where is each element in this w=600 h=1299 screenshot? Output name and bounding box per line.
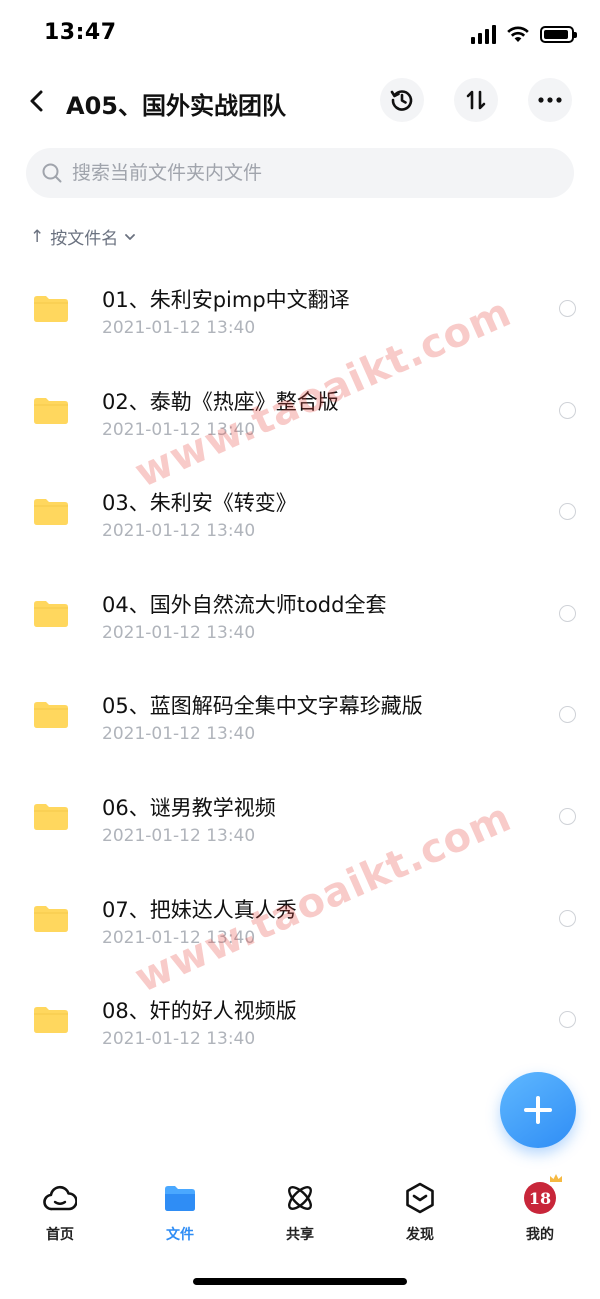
transfer-button[interactable] [454,78,498,122]
select-radio[interactable] [559,604,576,622]
file-date: 2021-01-12 13:40 [102,318,256,338]
back-button[interactable] [20,84,54,118]
file-date: 2021-01-12 13:40 [102,419,256,440]
avatar: 18 [524,1174,562,1214]
select-radio[interactable] [559,807,576,825]
file-row[interactable]: 01、朱利安pimp中文翻译 2021-01-12 13:40 [0,258,600,360]
add-button[interactable] [500,1072,576,1148]
file-row[interactable]: 08、奸的好人视频版 2021-01-12 13:40 [0,969,600,1071]
status-icons [471,24,577,44]
file-name: 04、国外自然流大师todd全套 [102,592,387,617]
battery-icon [540,25,577,43]
plus-icon [524,1096,552,1124]
sort-up-arrow-icon: ↑ [30,226,45,247]
search-input[interactable] [72,162,552,184]
sort-label: 按文件名 [50,229,119,249]
file-row[interactable]: 02、泰勒《热座》整合版 2021-01-12 13:40 [0,360,600,462]
folder-icon [34,702,68,729]
file-name: 07、把妹达人真人秀 [102,897,297,922]
folder-icon [34,905,68,932]
page-title: A05、国外实战团队 [66,92,286,120]
more-button[interactable] [528,78,572,122]
file-list: 01、朱利安pimp中文翻译 2021-01-12 13:40 02、泰勒《热座… [0,258,600,1071]
file-row[interactable]: 03、朱利安《转变》 2021-01-12 13:40 [0,461,600,563]
atom-icon [288,1186,312,1210]
select-radio[interactable] [559,401,576,419]
nav-actions [380,78,572,122]
nav-bar: A05、国外实战团队 [0,76,600,128]
folder-icon [34,803,68,830]
file-name: 05、蓝图解码全集中文字幕珍藏版 [102,694,423,719]
transfer-arrows-icon [466,90,486,110]
select-radio[interactable] [559,706,576,724]
file-row[interactable]: 06、谜男教学视频 2021-01-12 13:40 [0,766,600,868]
file-name: 02、泰勒《热座》整合版 [102,389,339,414]
tab-bar: 首页 文件 共享 发现 18 我的 [0,1174,600,1260]
chevron-left-icon [30,90,43,112]
search-bar[interactable] [26,148,574,198]
sort-selector[interactable]: ↑ 按文件名 [30,224,136,249]
file-date: 2021-01-12 13:40 [102,724,256,745]
file-date: 2021-01-12 13:40 [102,622,256,643]
cellular-signal-icon [471,24,496,44]
chevron-down-icon [125,233,136,240]
tab-label: 共享 [286,1227,314,1243]
file-name: 03、朱利安《转变》 [102,491,297,516]
status-time: 13:47 [44,20,117,45]
select-radio[interactable] [559,503,576,521]
status-bar: 13:47 [0,0,600,70]
file-row[interactable]: 05、蓝图解码全集中文字幕珍藏版 2021-01-12 13:40 [0,664,600,766]
file-row[interactable]: 07、把妹达人真人秀 2021-01-12 13:40 [0,868,600,970]
file-name: 06、谜男教学视频 [102,795,276,820]
tab-label: 首页 [46,1227,74,1243]
tab-discover[interactable]: 发现 [360,1180,480,1260]
file-date: 2021-01-12 13:40 [102,521,256,542]
file-row[interactable]: 04、国外自然流大师todd全套 2021-01-12 13:40 [0,563,600,665]
search-icon [42,163,62,183]
select-radio[interactable] [559,300,576,317]
tab-mine[interactable]: 18 我的 [480,1174,600,1260]
tab-label: 我的 [526,1227,554,1243]
wifi-icon [507,26,529,42]
select-radio[interactable] [559,1011,576,1029]
home-indicator [193,1278,407,1285]
tab-label: 发现 [406,1227,434,1243]
folder-icon [34,499,68,526]
folder-icon [34,600,68,627]
avatar-text: 18 [528,1188,552,1208]
more-dots-icon [538,97,562,103]
file-date: 2021-01-12 13:40 [102,825,256,846]
tab-share[interactable]: 共享 [240,1180,360,1260]
tab-home[interactable]: 首页 [0,1180,120,1260]
history-button[interactable] [380,78,424,122]
cloud-icon [43,1185,77,1211]
tab-files[interactable]: 文件 [120,1180,240,1260]
file-name: 08、奸的好人视频版 [102,999,297,1024]
folder-icon [165,1186,195,1211]
folder-icon [34,397,68,424]
file-date: 2021-01-12 13:40 [102,1029,256,1050]
history-icon [390,90,413,111]
folder-icon [34,1007,68,1034]
discover-icon [406,1182,434,1214]
folder-icon [34,296,68,322]
file-name: 01、朱利安pimp中文翻译 [102,288,350,312]
select-radio[interactable] [559,909,576,927]
file-date: 2021-01-12 13:40 [102,927,256,948]
tab-label: 文件 [166,1227,194,1243]
file-browser-screen: 13:47 A05、国外实战团队 搜索当前文件夹内文件 ↑ 按文件名 01、朱利… [0,0,600,1299]
crown-icon [550,1174,562,1182]
